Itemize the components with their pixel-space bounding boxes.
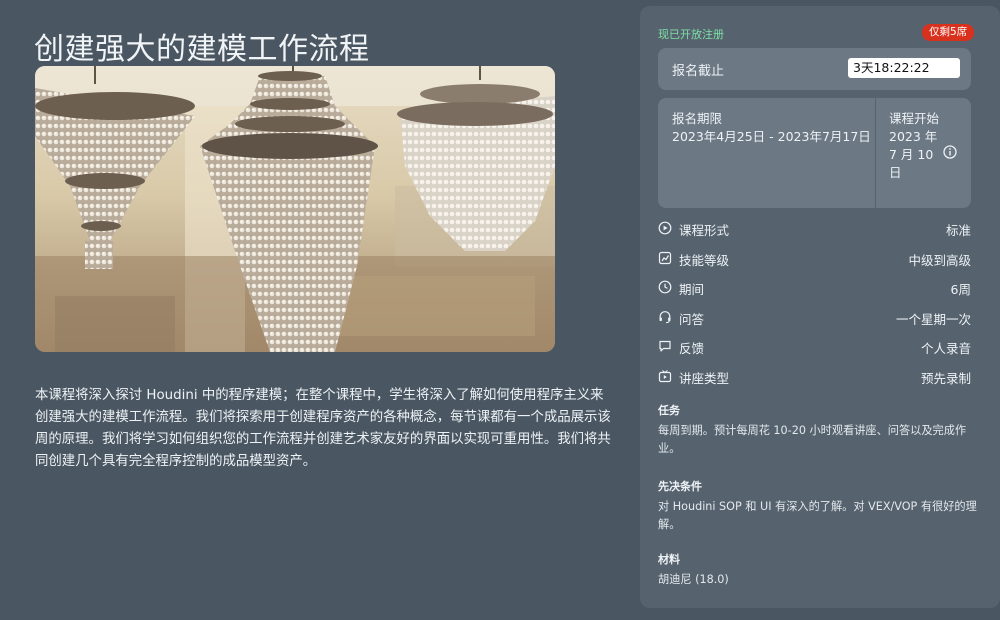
assignments-section: 任务 每周到期。预计每周花 10-20 小时观看讲座、问答以及完成作业。 xyxy=(658,402,978,458)
page-title: 创建强大的建模工作流程 xyxy=(34,32,370,68)
spec-row-duration: 期间 6周 xyxy=(658,277,971,307)
prerequisites-body: 对 Houdini SOP 和 UI 有深入的了解。对 VEX/VOP 有很好的… xyxy=(658,500,977,531)
speech-bubble-icon xyxy=(659,341,671,352)
prerequisites-heading: 先决条件 xyxy=(658,480,702,493)
assignments-body: 每周到期。预计每周花 10-20 小时观看讲座、问答以及完成作业。 xyxy=(658,424,967,455)
spec-value: 标准 xyxy=(945,223,971,238)
registration-period: 报名期限 2023年4月25日 - 2023年7月17日 xyxy=(672,110,872,146)
spec-row-lecture-type: 讲座类型 预先录制 xyxy=(658,366,971,396)
registration-deadline-card: 报名截止 3天18:22:22 xyxy=(658,48,971,90)
info-icon[interactable] xyxy=(943,145,957,159)
materials-body: 胡迪尼 (18.0) xyxy=(658,573,729,586)
spec-row-qa: 问答 一个星期一次 xyxy=(658,307,971,337)
spec-row-feedback: 反馈 个人录音 xyxy=(658,336,971,366)
period-value: 2023年4月25日 - 2023年7月17日 xyxy=(672,129,871,144)
play-circle-icon xyxy=(658,221,672,235)
skill-chart-icon xyxy=(658,251,672,264)
spec-row-format: 课程形式 标准 xyxy=(658,218,971,248)
materials-section: 材料 胡迪尼 (18.0) xyxy=(658,551,978,589)
spec-value: 中级到高级 xyxy=(908,252,971,268)
spec-value: 预先录制 xyxy=(920,370,971,386)
period-label: 报名期限 xyxy=(672,111,723,126)
spec-label: 技能等级 xyxy=(679,252,730,268)
course-start: 课程开始 2023 年 7 月 10 日 xyxy=(889,110,941,182)
spec-value: 一个星期一次 xyxy=(895,311,971,327)
spec-label: 课程形式 xyxy=(679,223,730,238)
course-info-panel: 现已开放注册 仅剩5席 报名截止 3天18:22:22 报名期限 2023年4月… xyxy=(640,6,1000,608)
deadline-countdown: 3天18:22:22 xyxy=(848,58,960,78)
seats-left-badge: 仅剩5席 xyxy=(922,24,975,41)
spec-label: 期间 xyxy=(679,282,705,298)
spec-value: 个人录音 xyxy=(920,341,971,357)
course-description: 本课程将深入探讨 Houdini 中的程序建模；在整个课程中，学生将深入了解如何… xyxy=(35,388,611,470)
spec-label: 讲座类型 xyxy=(679,370,730,386)
prerequisites-section: 先决条件 对 Houdini SOP 和 UI 有深入的了解。对 VEX/VOP… xyxy=(658,478,978,534)
course-start-label: 课程开始 xyxy=(889,111,940,126)
registration-status: 现已开放注册 xyxy=(658,28,724,41)
spec-row-skill-level: 技能等级 中级到高级 xyxy=(658,248,971,278)
course-start-value: 2023 年 7 月 10 日 xyxy=(889,129,938,180)
video-lecture-icon xyxy=(658,370,672,383)
course-specs-list: 课程形式 标准 技能等级 中级到高级 期间 6周 问答 一个星期一次 反馈 个人… xyxy=(658,218,971,396)
course-hero-image xyxy=(35,66,555,352)
assignments-heading: 任务 xyxy=(658,404,680,417)
deadline-label: 报名截止 xyxy=(672,64,725,79)
clock-icon xyxy=(658,280,672,294)
period-divider xyxy=(875,98,876,208)
registration-period-card: 报名期限 2023年4月25日 - 2023年7月17日 课程开始 2023 年… xyxy=(658,98,971,208)
spec-value: 6周 xyxy=(950,282,971,298)
headset-icon xyxy=(659,310,671,323)
chandelier-illustration xyxy=(35,66,555,352)
materials-heading: 材料 xyxy=(658,553,680,566)
spec-label: 问答 xyxy=(679,311,705,327)
spec-label: 反馈 xyxy=(679,341,705,357)
